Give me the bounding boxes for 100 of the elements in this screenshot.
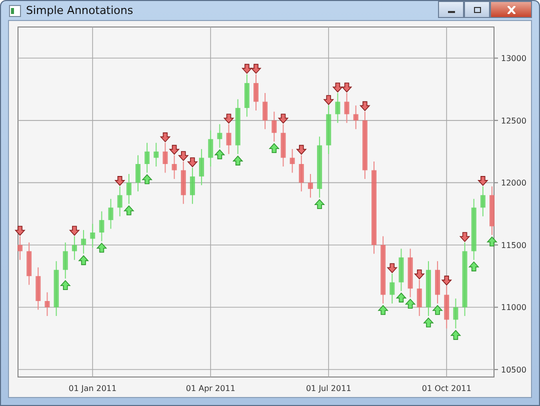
down-arrow-icon (459, 232, 470, 242)
rising-candle (108, 198, 114, 230)
rising-candle (244, 74, 250, 118)
y-axis-label: 12500 (501, 116, 526, 126)
y-axis-label: 11500 (501, 240, 526, 250)
down-arrow-icon (14, 226, 26, 236)
rising-candle (144, 142, 150, 174)
falling-candle (290, 148, 295, 174)
x-axis-label: 01 Oct 2011 (422, 384, 472, 393)
up-arrow-icon (432, 304, 443, 315)
rising-candle (208, 130, 214, 167)
down-arrow-icon (69, 226, 80, 236)
falling-candle (362, 111, 368, 180)
down-arrow-icon (178, 151, 189, 162)
up-arrow-icon (142, 174, 152, 184)
up-arrow-icon (96, 242, 108, 253)
rising-candle (471, 198, 476, 260)
rising-candle (398, 248, 404, 292)
rising-candle (81, 230, 86, 254)
falling-candle (44, 292, 50, 316)
rising-candle (326, 104, 332, 155)
rising-candle (317, 136, 322, 198)
down-arrow-icon (114, 176, 126, 186)
rising-candle (235, 98, 240, 155)
rising-candle (199, 148, 204, 186)
rising-candle (335, 92, 340, 124)
rising-candle (99, 210, 104, 242)
y-axis-label: 13000 (501, 54, 526, 64)
rising-candle (117, 186, 122, 217)
window-app-icon (9, 4, 21, 16)
window-title: Simple Annotations (26, 4, 134, 17)
down-arrow-icon (478, 176, 488, 186)
rising-candle (54, 260, 59, 316)
down-arrow-icon (296, 144, 307, 155)
down-arrow-icon (168, 144, 180, 155)
falling-candle (353, 104, 358, 130)
falling-candle (380, 236, 386, 304)
y-axis-label: 10500 (501, 366, 526, 375)
rising-candle (90, 223, 96, 248)
falling-candle (262, 92, 268, 130)
falling-candle (18, 236, 22, 260)
rising-candle (72, 236, 77, 260)
down-arrow-icon (414, 269, 425, 280)
falling-candle (36, 266, 41, 310)
up-arrow-icon (468, 261, 480, 272)
rising-candle (126, 173, 132, 204)
up-arrow-icon (486, 236, 498, 246)
rising-candle (480, 186, 486, 217)
falling-candle (180, 161, 186, 204)
close-button[interactable] (490, 1, 532, 18)
y-axis-label: 11000 (501, 303, 526, 312)
up-arrow-icon (314, 199, 325, 210)
down-arrow-icon (341, 82, 352, 93)
down-arrow-icon (386, 263, 398, 274)
down-arrow-icon (332, 82, 344, 93)
falling-candle (490, 186, 494, 236)
falling-candle (280, 124, 286, 167)
up-arrow-icon (232, 155, 244, 166)
down-arrow-icon (187, 157, 198, 168)
x-axis-label: 01 Apr 2011 (186, 384, 236, 393)
up-arrow-icon (396, 292, 407, 302)
falling-candle (444, 286, 450, 329)
falling-candle (172, 154, 177, 180)
falling-candle (308, 173, 313, 198)
down-arrow-icon (323, 95, 334, 106)
rising-candle (390, 273, 395, 304)
down-arrow-icon (160, 132, 171, 142)
up-arrow-icon (423, 317, 434, 328)
rising-candle (136, 154, 140, 192)
minimize-button[interactable] (438, 1, 464, 18)
down-arrow-icon (360, 101, 370, 112)
falling-candle (26, 242, 32, 286)
up-arrow-icon (60, 280, 71, 290)
falling-candle (416, 279, 422, 316)
down-arrow-icon (223, 114, 234, 124)
falling-candle (408, 248, 413, 298)
rising-candle (217, 124, 222, 148)
rising-candle (426, 260, 431, 316)
maximize-icon (472, 6, 482, 14)
down-arrow-icon (250, 64, 262, 74)
falling-candle (344, 92, 350, 124)
up-arrow-icon (78, 255, 89, 266)
falling-candle (162, 142, 168, 174)
down-arrow-icon (441, 276, 452, 286)
up-arrow-icon (124, 205, 134, 216)
rising-candle (190, 167, 195, 204)
y-axis-label: 12000 (501, 178, 526, 188)
rising-candle (154, 142, 159, 167)
rising-candle (62, 242, 68, 280)
up-arrow-icon (404, 298, 416, 309)
maximize-button[interactable] (464, 1, 490, 18)
falling-candle (272, 111, 277, 142)
down-arrow-icon (278, 114, 289, 124)
up-arrow-icon (214, 149, 226, 160)
falling-candle (435, 260, 440, 304)
up-arrow-icon (268, 143, 280, 153)
falling-candle (226, 124, 232, 155)
falling-candle (298, 154, 304, 192)
x-axis-label: 01 Jan 2011 (68, 384, 117, 393)
rising-candle (453, 298, 458, 329)
